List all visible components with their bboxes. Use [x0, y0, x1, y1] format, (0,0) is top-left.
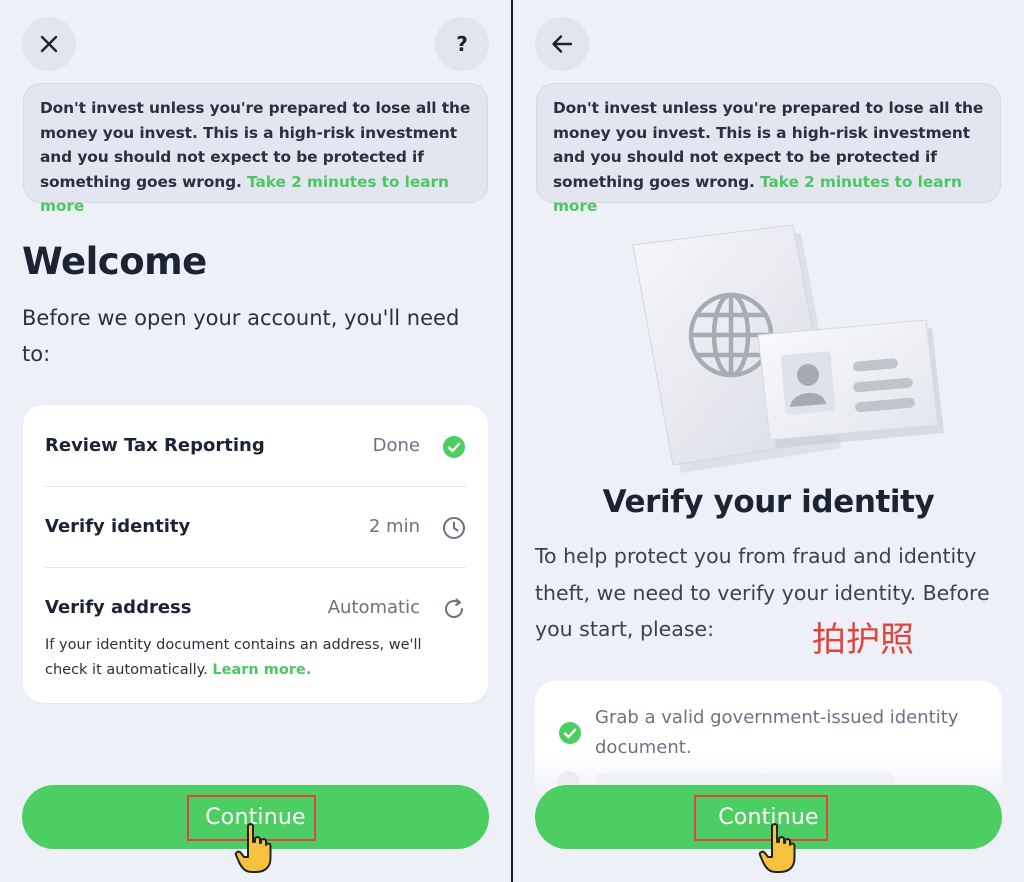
refresh-icon [445, 598, 463, 618]
divider [45, 567, 466, 568]
identity-documents-illustration [632, 224, 944, 473]
task-name: Verify address [45, 597, 192, 618]
task-name: Verify identity [45, 516, 191, 537]
pointer-hand-icon [758, 823, 796, 873]
risk-warning-banner: Don't invest unless you're prepared to l… [23, 83, 488, 215]
divider [45, 486, 466, 487]
check-circle-icon [443, 436, 465, 458]
pointer-hand-icon [234, 823, 272, 873]
task-status: Automatic [327, 597, 420, 618]
task-name: Review Tax Reporting [45, 435, 265, 456]
onboarding-task-list: Review Tax Reporting Done Verify identit… [23, 405, 488, 703]
help-icon: ? [456, 32, 468, 56]
close-icon [40, 35, 58, 53]
requirements-list: Grab a valid government-issued identity … [535, 681, 1002, 801]
page-title: Welcome [22, 240, 207, 283]
annotation-label: 拍护照 [812, 620, 914, 660]
task-status: 2 min [368, 516, 420, 537]
welcome-screen: ? Don't invest unless you're prepared to… [0, 0, 511, 882]
page-subtitle: Before we open your account, you'll need… [22, 306, 460, 366]
page-description: To help protect you from fraud and ident… [535, 544, 990, 641]
page-title: Verify your identity [602, 484, 935, 520]
task-status: Done [372, 435, 420, 456]
risk-warning-banner: Don't invest unless you're prepared to l… [536, 83, 1001, 215]
arrow-left-icon [552, 35, 573, 53]
task-verify-identity[interactable]: Verify identity 2 min [45, 516, 466, 542]
task-verify-address[interactable]: Verify address Automatic [45, 597, 466, 623]
task-review-tax-reporting[interactable]: Review Tax Reporting Done [45, 435, 466, 461]
back-button[interactable] [535, 17, 589, 71]
address-note: If your identity document contains an ad… [45, 633, 465, 682]
check-circle-icon [559, 722, 581, 744]
close-button[interactable] [22, 17, 76, 71]
clock-icon [443, 517, 465, 539]
verify-identity-screen: Don't invest unless you're prepared to l… [513, 0, 1024, 882]
help-button[interactable]: ? [435, 17, 489, 71]
address-learn-more-link[interactable]: Learn more. [212, 662, 311, 678]
